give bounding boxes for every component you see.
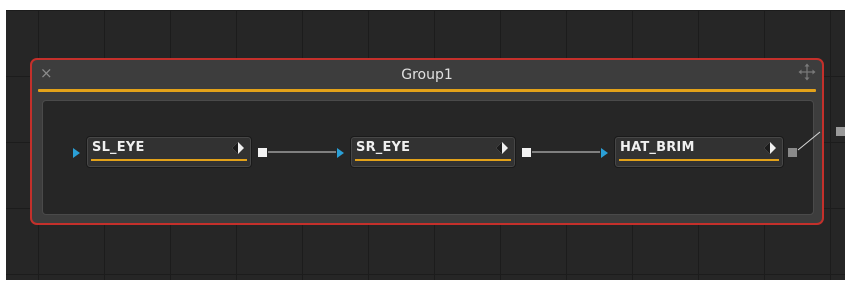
diamond-view-icon[interactable] <box>231 141 245 155</box>
node-label: SL_EYE <box>92 140 145 155</box>
group-title: Group1 <box>401 67 453 83</box>
node-color-bar <box>619 159 779 161</box>
input-port-arrow[interactable] <box>337 148 344 158</box>
move-arrows-icon[interactable] <box>798 63 816 81</box>
diamond-view-icon[interactable] <box>495 141 509 155</box>
node-label: SR_EYE <box>356 140 411 155</box>
node-label: HAT_BRIM <box>620 140 695 155</box>
diamond-view-icon[interactable] <box>763 141 777 155</box>
node-hat-brim[interactable]: HAT_BRIM <box>614 136 784 168</box>
group-color-bar <box>38 89 816 92</box>
group-output-port[interactable] <box>836 127 845 136</box>
node-color-bar <box>91 159 247 161</box>
output-port[interactable] <box>522 148 531 157</box>
output-port[interactable] <box>788 148 797 157</box>
node-sr-eye[interactable]: SR_EYE <box>350 136 516 168</box>
input-port-arrow[interactable] <box>601 148 608 158</box>
group-header[interactable]: × Group1 <box>32 60 822 90</box>
output-port[interactable] <box>258 148 267 157</box>
input-port-arrow[interactable] <box>73 148 80 158</box>
node-color-bar <box>355 159 511 161</box>
node-sl-eye[interactable]: SL_EYE <box>86 136 252 168</box>
